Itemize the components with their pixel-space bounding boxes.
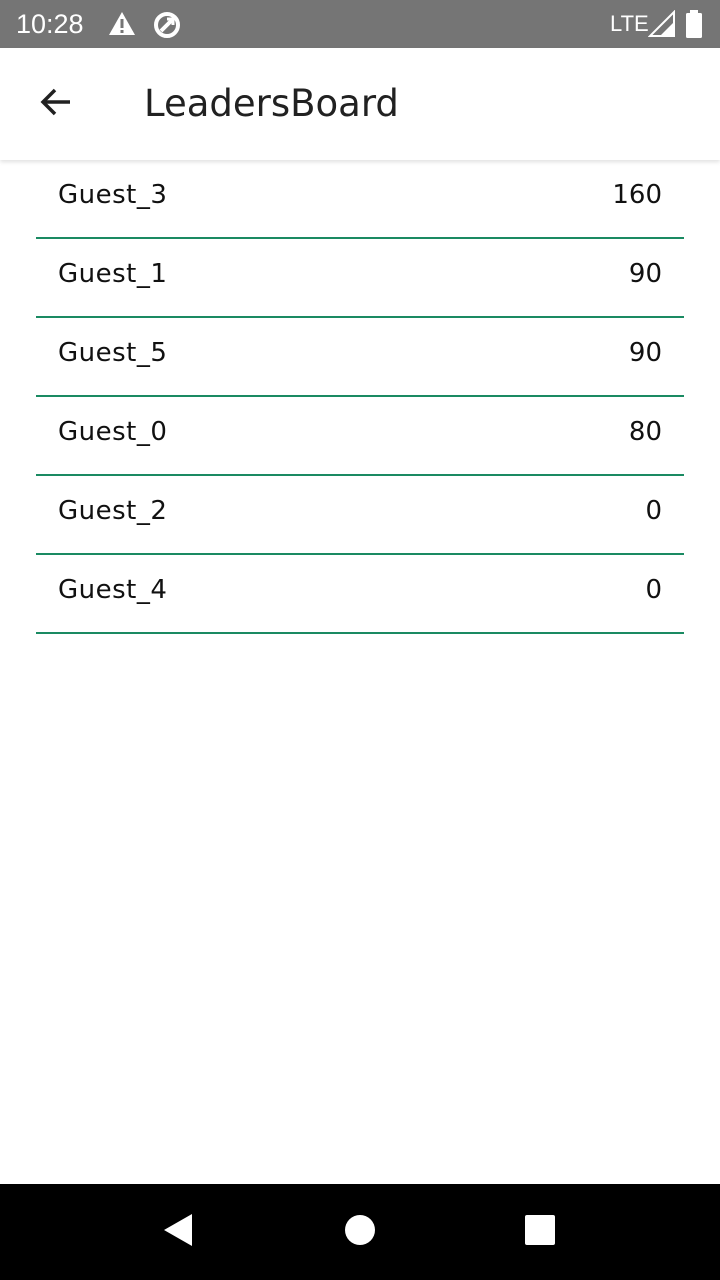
nav-home-button[interactable] (328, 1200, 392, 1264)
leaderboard-row[interactable]: Guest_0 80 (36, 397, 684, 476)
page-title: LeadersBoard (144, 82, 399, 125)
player-score: 90 (628, 259, 662, 289)
warning-icon (108, 10, 136, 38)
battery-icon (684, 10, 712, 38)
network-type: LTE (610, 11, 649, 36)
nav-back-button[interactable] (146, 1200, 210, 1264)
app-bar: LeadersBoard (0, 48, 720, 160)
status-bar: 10:28 LTE (0, 0, 720, 48)
player-name: Guest_5 (58, 338, 168, 368)
player-name: Guest_3 (58, 180, 168, 210)
nav-recents-button[interactable] (508, 1200, 572, 1264)
system-nav-bar (0, 1184, 720, 1280)
status-time: 10:28 (16, 9, 84, 39)
data-saver-icon (152, 10, 180, 38)
player-score: 0 (645, 575, 662, 605)
leaderboard-row[interactable]: Guest_5 90 (36, 318, 684, 397)
player-name: Guest_1 (58, 259, 168, 289)
arrow-left-icon (38, 84, 74, 124)
back-button[interactable] (24, 72, 88, 136)
recents-square-icon (525, 1215, 555, 1249)
signal-icon (647, 9, 676, 38)
leaderboard-row[interactable]: Guest_1 90 (36, 239, 684, 318)
player-score: 0 (645, 496, 662, 526)
leaderboard-row[interactable]: Guest_4 0 (36, 555, 684, 634)
player-score: 80 (628, 417, 662, 447)
back-triangle-icon (162, 1212, 194, 1252)
player-name: Guest_2 (58, 496, 168, 526)
leaderboard-row[interactable]: Guest_2 0 (36, 476, 684, 555)
home-circle-icon (344, 1214, 376, 1250)
player-score: 160 (612, 180, 662, 210)
leaderboard-row[interactable]: Guest_3 160 (36, 160, 684, 239)
player-name: Guest_4 (58, 575, 168, 605)
player-score: 90 (628, 338, 662, 368)
player-name: Guest_0 (58, 417, 168, 447)
leaderboard-list: Guest_3 160 Guest_1 90 Guest_5 90 Guest_… (36, 160, 684, 634)
